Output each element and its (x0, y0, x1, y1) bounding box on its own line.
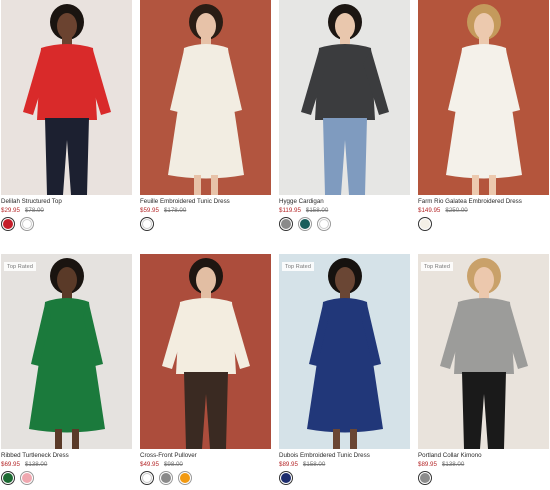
sale-price: $89.95 (418, 461, 437, 468)
top-rated-badge: Top Rated (421, 262, 453, 271)
model-figure (162, 258, 250, 449)
model-figure (440, 258, 528, 449)
product-card[interactable]: Delilah Structured Top $29.95 $78.00 (1, 0, 132, 231)
product-image[interactable]: Top Rated (1, 254, 132, 449)
color-swatch[interactable] (279, 471, 293, 485)
model-figure (301, 4, 389, 195)
color-swatches (418, 217, 549, 231)
color-swatches (140, 471, 271, 485)
product-name[interactable]: Portland Collar Kimono (418, 452, 549, 460)
product-image[interactable] (279, 0, 410, 195)
product-name[interactable]: Delilah Structured Top (1, 198, 132, 206)
product-name[interactable]: Cross-Front Pullover (140, 452, 271, 460)
color-swatches (279, 217, 410, 231)
product-name[interactable]: Ribbed Turtleneck Dress (1, 452, 132, 460)
product-image[interactable] (140, 254, 271, 449)
top-rated-badge: Top Rated (4, 262, 36, 271)
product-card[interactable]: Hygge Cardigan $119.95 $158.00 (279, 0, 410, 231)
original-price: $138.00 (24, 461, 48, 468)
color-swatch[interactable] (418, 217, 432, 231)
model-figure (23, 4, 111, 195)
color-swatches (1, 217, 132, 231)
product-card[interactable]: Cross-Front Pullover $49.95 $98.00 (140, 254, 271, 485)
swatch-color (22, 473, 32, 483)
swatch-color (281, 219, 291, 229)
color-swatch[interactable] (159, 471, 173, 485)
product-image[interactable] (140, 0, 271, 195)
product-card[interactable]: Feuille Embroidered Tunic Dress $59.95 $1… (140, 0, 271, 231)
product-image[interactable]: Top Rated (418, 254, 549, 449)
swatch-color (161, 473, 171, 483)
original-price: $158.00 (302, 461, 326, 468)
color-swatch[interactable] (140, 217, 154, 231)
color-swatch[interactable] (317, 217, 331, 231)
product-image[interactable] (418, 0, 549, 195)
color-swatch[interactable] (279, 217, 293, 231)
swatch-color (420, 219, 430, 229)
color-swatch[interactable] (20, 471, 34, 485)
color-swatch[interactable] (140, 471, 154, 485)
sale-price: $29.95 (1, 207, 20, 214)
sale-price: $49.95 (140, 461, 159, 468)
product-name[interactable]: Feuille Embroidered Tunic Dress (140, 198, 271, 206)
swatch-color (281, 473, 291, 483)
swatch-color (420, 473, 430, 483)
color-swatch[interactable] (298, 217, 312, 231)
product-image[interactable] (1, 0, 132, 195)
model-figure (307, 258, 383, 449)
model-figure (446, 4, 522, 195)
original-price: $250.00 (445, 207, 468, 214)
color-swatch[interactable] (1, 217, 15, 231)
color-swatches (279, 471, 410, 485)
color-swatch[interactable] (418, 471, 432, 485)
color-swatches (1, 471, 132, 485)
original-price: $78.00 (24, 207, 44, 214)
model-figure (168, 4, 244, 195)
color-swatches (140, 217, 271, 231)
top-rated-badge: Top Rated (282, 262, 314, 271)
swatch-color (22, 219, 32, 229)
original-price: $158.00 (305, 207, 329, 214)
swatch-color (319, 219, 329, 229)
model-figure (29, 258, 105, 449)
color-swatches (418, 471, 549, 485)
product-card[interactable]: Top Rated Ribbed Turtleneck Dress $69.95… (1, 254, 132, 485)
swatch-color (180, 473, 190, 483)
original-price: $138.00 (441, 461, 465, 468)
sale-price: $149.95 (418, 207, 441, 214)
swatch-color (142, 473, 152, 483)
sale-price: $59.95 (140, 207, 159, 214)
product-image[interactable]: Top Rated (279, 254, 410, 449)
color-swatch[interactable] (1, 471, 15, 485)
swatch-color (3, 473, 13, 483)
color-swatch[interactable] (20, 217, 34, 231)
product-name[interactable]: Hygge Cardigan (279, 198, 410, 206)
product-card[interactable]: Top Rated Dubois Embroidered Tunic Dress… (279, 254, 410, 485)
swatch-color (300, 219, 310, 229)
product-name[interactable]: Dubois Embroidered Tunic Dress (279, 452, 410, 460)
original-price: $98.00 (163, 461, 183, 468)
sale-price: $69.95 (1, 461, 20, 468)
product-name[interactable]: Farm Rio Galatea Embroidered Dress (418, 198, 549, 206)
sale-price: $89.95 (279, 461, 298, 468)
swatch-color (142, 219, 152, 229)
product-grid: Delilah Structured Top $29.95 $78.00 Feui… (0, 0, 550, 490)
product-card[interactable]: Top Rated Portland Collar Kimono $89.95 $… (418, 254, 549, 485)
sale-price: $119.95 (279, 207, 301, 214)
swatch-color (3, 219, 13, 229)
original-price: $178.00 (163, 207, 187, 214)
color-swatch[interactable] (178, 471, 192, 485)
product-card[interactable]: Farm Rio Galatea Embroidered Dress $149.… (418, 0, 549, 231)
